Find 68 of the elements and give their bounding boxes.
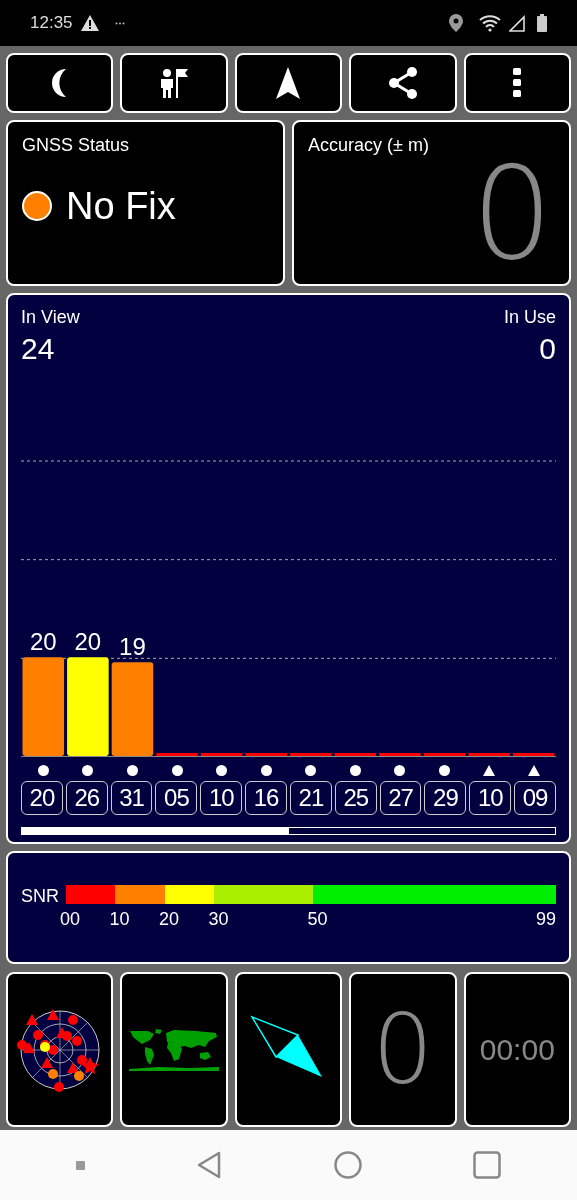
navigation-arrow-icon [275, 66, 302, 100]
timer-value: 00:00 [479, 1034, 555, 1065]
satellite-dot-icon [82, 764, 94, 776]
bar-value-label: 20 [29, 628, 57, 656]
snr-tick-label: 30 [208, 908, 229, 931]
satellite-dot-icon [439, 764, 451, 776]
bar-value-label: 19 [119, 633, 146, 661]
tile-button[interactable] [6, 972, 114, 1127]
wifi-icon [479, 14, 501, 32]
satellite-id-label: 29 [424, 781, 467, 815]
satellite-id-label: 27 [379, 781, 422, 815]
satellite-dot-icon [37, 764, 49, 776]
recent-apps-icon[interactable] [473, 1151, 502, 1179]
satellite-dot-icon [394, 764, 406, 776]
satellite-id-label: 26 [65, 781, 108, 815]
snr-label: SNR [21, 885, 60, 908]
counter-value: 0 [372, 1001, 434, 1098]
satellite-dot-icon [260, 764, 272, 776]
satellite-dot-icon [216, 764, 228, 776]
toolbar-button[interactable] [463, 53, 571, 113]
share-icon [387, 67, 418, 99]
satellite-dot-icon [349, 764, 361, 776]
in-view-count: 24 [21, 331, 56, 367]
battery-icon [537, 14, 547, 32]
bar-value-label: 20 [74, 628, 102, 656]
satellite-id-label: 10 [469, 781, 512, 815]
tile-button[interactable] [234, 972, 343, 1127]
warning-icon [80, 15, 99, 31]
satellite-id-label: 16 [245, 781, 287, 815]
toolbar-button[interactable] [6, 53, 114, 113]
tile-button[interactable]: 00:00 [463, 972, 571, 1127]
toolbar-button[interactable] [120, 53, 228, 113]
tile-button[interactable]: 0 [349, 972, 457, 1127]
snr-tick-label: 99 [535, 908, 556, 931]
tile-button[interactable] [120, 972, 228, 1127]
back-icon[interactable] [196, 1151, 223, 1179]
satellite-dot-icon [305, 764, 317, 776]
satellite-id-label: 20 [21, 781, 63, 815]
home-icon[interactable] [333, 1151, 362, 1179]
satellite-triangle-icon [483, 764, 496, 776]
satellite-id-label: 09 [514, 781, 556, 815]
fix-status-text: No Fix [66, 187, 176, 225]
snr-tick-label: 20 [159, 908, 179, 931]
satellite-dot-icon [126, 764, 138, 776]
satellite-id-label: 05 [155, 781, 198, 815]
in-use-count: 0 [539, 331, 556, 367]
satellite-id-label: 25 [334, 781, 377, 815]
in-use-label: In Use [503, 306, 556, 329]
clock-text: 12:35 [30, 12, 73, 35]
satellite-id-label: 31 [110, 781, 153, 815]
accuracy-value: 0 [471, 159, 553, 269]
toolbar-button[interactable] [234, 53, 343, 113]
location-icon [449, 14, 463, 32]
card-title: Accuracy (± m) [308, 134, 430, 157]
satellite-triangle-icon [527, 764, 540, 776]
more-icon [512, 68, 523, 98]
satellite-id-label: 10 [200, 781, 243, 815]
more-notifications-icon [114, 21, 125, 25]
person-flag-icon [158, 67, 191, 99]
in-view-label: In View [21, 306, 80, 329]
card-title: GNSS Status [22, 134, 131, 157]
signal-icon [509, 14, 525, 32]
snr-tick-label: 50 [307, 908, 328, 931]
satellite-id-label: 21 [290, 781, 332, 815]
snr-tick-label: 00 [60, 908, 80, 931]
satellite-dot-icon [171, 764, 183, 776]
snr-tick-label: 10 [109, 908, 130, 931]
toolbar-button[interactable] [349, 53, 457, 113]
